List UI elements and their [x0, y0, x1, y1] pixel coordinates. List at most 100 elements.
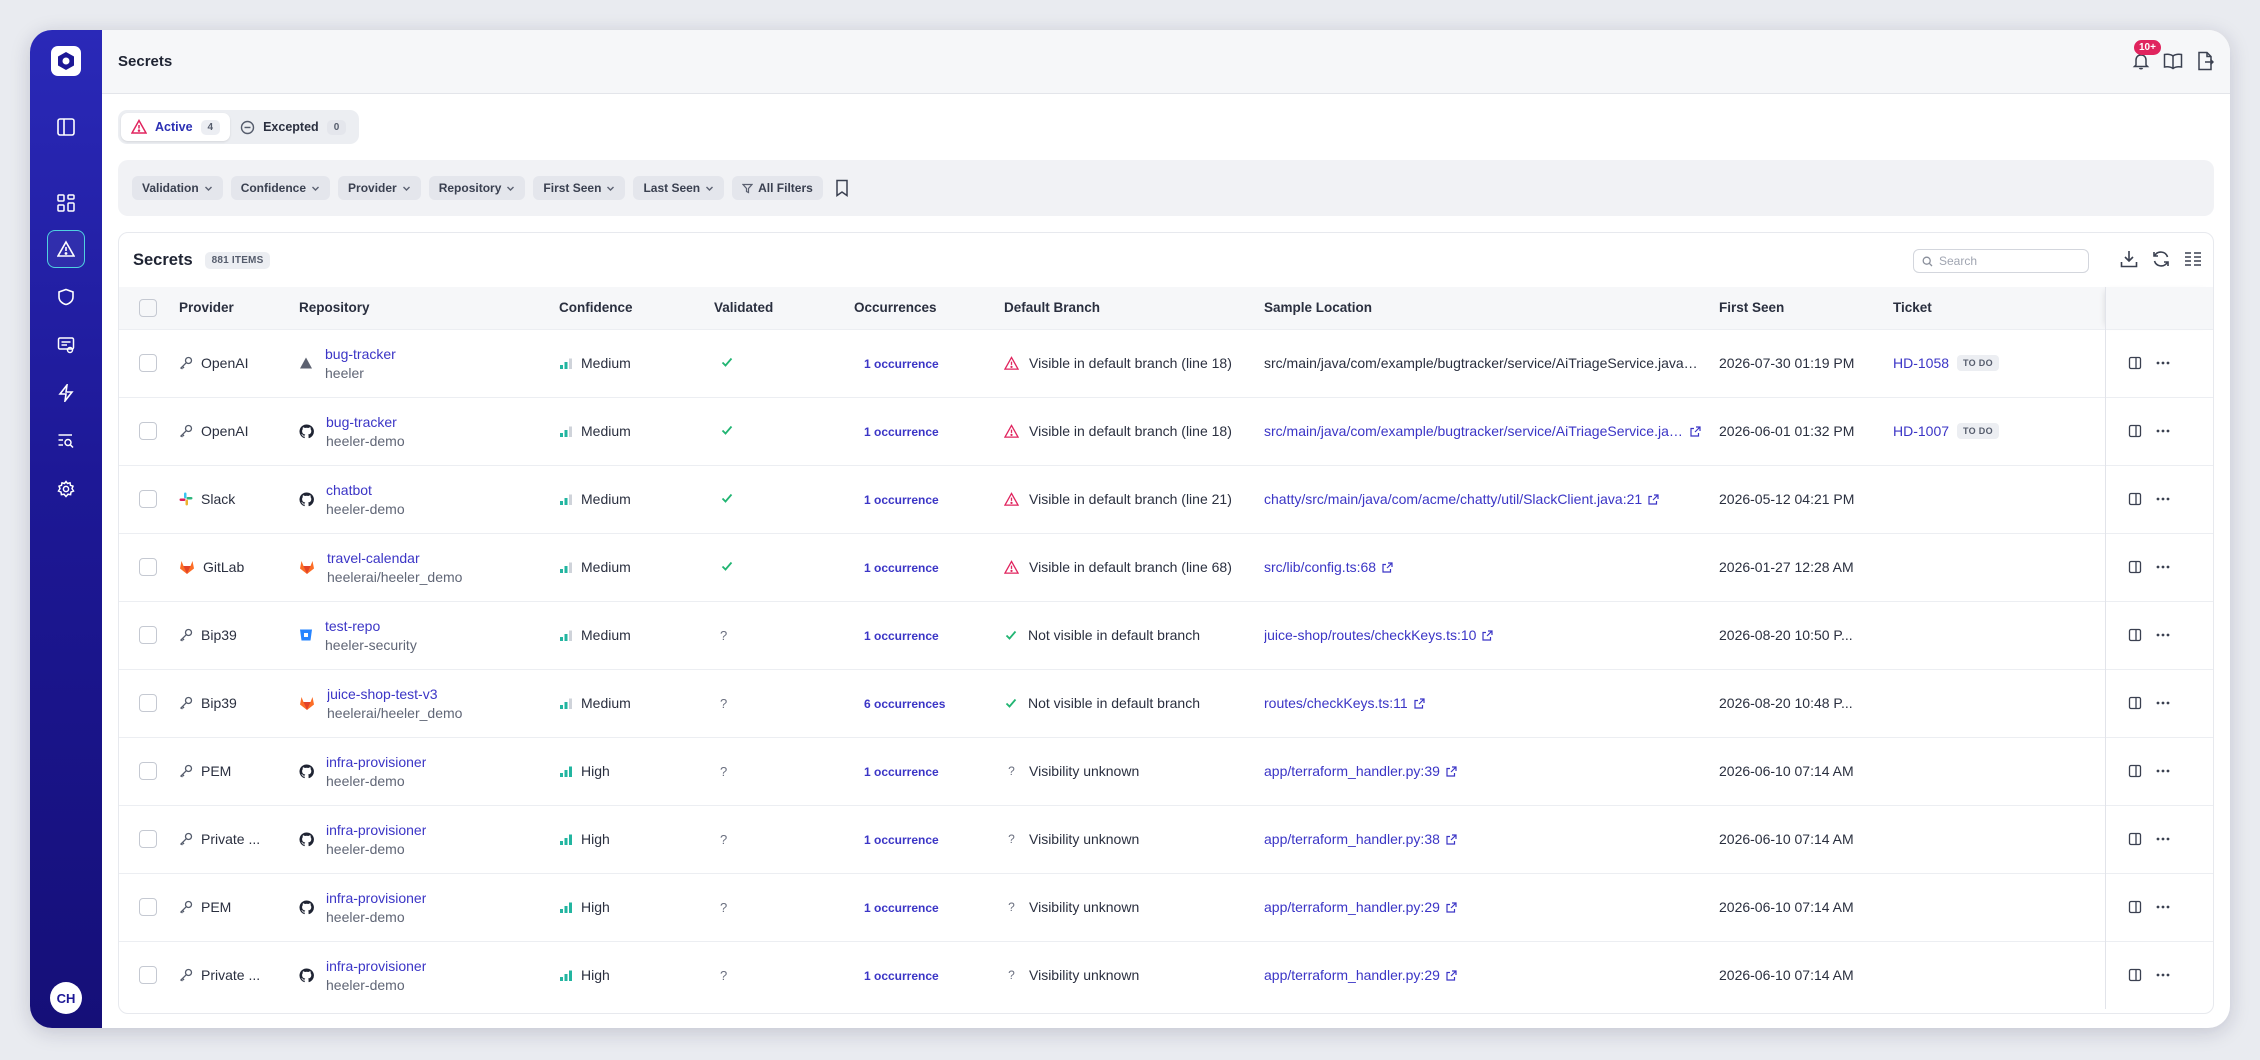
- segment-excepted[interactable]: Excepted 0: [230, 113, 356, 141]
- dashboard-icon[interactable]: [47, 184, 85, 222]
- sidebar-toggle-icon[interactable]: [47, 108, 85, 146]
- alert-triangle-icon[interactable]: [47, 230, 85, 268]
- download-icon[interactable]: [2119, 249, 2139, 273]
- occurrences-link[interactable]: 1 occurrence: [854, 969, 939, 983]
- filter-validation[interactable]: Validation: [132, 176, 223, 200]
- column-header[interactable]: Provider: [175, 287, 295, 329]
- column-header[interactable]: Ticket: [1889, 287, 2105, 329]
- column-header[interactable]: Occurrences: [850, 287, 1000, 329]
- occurrences-link[interactable]: 1 occurrence: [854, 357, 939, 371]
- table-row[interactable]: GitLab travel-calendar heelerai/heeler_dem…: [119, 533, 2213, 601]
- more-options-icon[interactable]: [2156, 361, 2170, 365]
- repository-link[interactable]: travel-calendar: [327, 550, 462, 566]
- repository-link[interactable]: infra-provisioner: [326, 958, 426, 974]
- row-checkbox[interactable]: [139, 354, 157, 373]
- repository-link[interactable]: test-repo: [325, 618, 417, 634]
- table-row[interactable]: Private ... infra-provisioner heeler-demo H…: [119, 805, 2213, 873]
- more-options-icon[interactable]: [2156, 973, 2170, 977]
- table-row[interactable]: Private ... infra-provisioner heeler-demo H…: [119, 941, 2213, 1009]
- ticket-link[interactable]: HD-1058: [1893, 355, 1949, 371]
- column-header[interactable]: Validated: [710, 287, 850, 329]
- sample-location[interactable]: app/terraform_handler.py:29: [1264, 899, 1440, 915]
- filter-provider[interactable]: Provider: [338, 176, 421, 200]
- table-row[interactable]: OpenAI bug-tracker heeler-demo Medium 1 occu…: [119, 397, 2213, 465]
- search-input[interactable]: Search: [1913, 249, 2089, 273]
- table-row[interactable]: PEM infra-provisioner heeler-demo High? 1 oc…: [119, 873, 2213, 941]
- occurrences-link[interactable]: 1 occurrence: [854, 493, 939, 507]
- occurrences-link[interactable]: 1 occurrence: [854, 561, 939, 575]
- occurrences-link[interactable]: 1 occurrence: [854, 765, 939, 779]
- more-options-icon[interactable]: [2156, 837, 2170, 841]
- external-link-icon[interactable]: [1648, 493, 1659, 505]
- table-row[interactable]: PEM infra-provisioner heeler-demo High? 1 oc…: [119, 737, 2213, 805]
- select-all-checkbox[interactable]: [139, 298, 157, 317]
- column-header[interactable]: Default Branch: [1000, 287, 1260, 329]
- repository-link[interactable]: bug-tracker: [325, 346, 396, 362]
- side-panel-icon[interactable]: [2128, 968, 2142, 982]
- external-link-icon[interactable]: [1690, 425, 1701, 437]
- sample-location[interactable]: chatty/src/main/java/com/acme/chatty/uti…: [1264, 491, 1642, 507]
- more-options-icon[interactable]: [2156, 633, 2170, 637]
- bookmark-icon[interactable]: [835, 179, 849, 197]
- side-panel-icon[interactable]: [2128, 356, 2142, 370]
- table-row[interactable]: OpenAI bug-tracker heeler Medium 1 occurrenc…: [119, 329, 2213, 397]
- sample-location[interactable]: src/lib/config.ts:68: [1264, 559, 1376, 575]
- dependency-icon[interactable]: [47, 326, 85, 364]
- search-list-icon[interactable]: [47, 422, 85, 460]
- external-link-icon[interactable]: [1446, 901, 1457, 913]
- external-link-icon[interactable]: [1414, 697, 1425, 709]
- external-link-icon[interactable]: [1382, 561, 1393, 573]
- repository-link[interactable]: infra-provisioner: [326, 822, 426, 838]
- repository-link[interactable]: infra-provisioner: [326, 890, 426, 906]
- column-header[interactable]: Sample Location: [1260, 287, 1715, 329]
- sample-location[interactable]: app/terraform_handler.py:38: [1264, 831, 1440, 847]
- occurrences-link[interactable]: 1 occurrence: [854, 901, 939, 915]
- more-options-icon[interactable]: [2156, 429, 2170, 433]
- book-icon[interactable]: [2162, 50, 2184, 72]
- table-row[interactable]: Bip39 test-repo heeler-security Medium? 1 oc…: [119, 601, 2213, 669]
- filter-first-seen[interactable]: First Seen: [533, 176, 626, 200]
- table-row[interactable]: Bip39 juice-shop-test-v3 heelerai/heeler_d…: [119, 669, 2213, 737]
- repository-link[interactable]: infra-provisioner: [326, 754, 426, 770]
- sample-location[interactable]: app/terraform_handler.py:29: [1264, 967, 1440, 983]
- bell-icon[interactable]: 10+: [2130, 40, 2161, 72]
- ticket-link[interactable]: HD-1007: [1893, 423, 1949, 439]
- row-checkbox[interactable]: [139, 422, 157, 441]
- settings-icon[interactable]: [47, 470, 85, 508]
- more-options-icon[interactable]: [2156, 769, 2170, 773]
- document-export-icon[interactable]: [2194, 50, 2216, 72]
- more-options-icon[interactable]: [2156, 701, 2170, 705]
- column-header[interactable]: Repository: [295, 287, 555, 329]
- row-checkbox[interactable]: [139, 558, 157, 577]
- more-options-icon[interactable]: [2156, 905, 2170, 909]
- row-checkbox[interactable]: [139, 966, 157, 985]
- external-link-icon[interactable]: [1446, 970, 1457, 981]
- repository-link[interactable]: juice-shop-test-v3: [327, 686, 462, 702]
- columns-icon[interactable]: [2183, 249, 2203, 273]
- logo[interactable]: [51, 46, 81, 76]
- more-options-icon[interactable]: [2156, 565, 2170, 569]
- all-filters-button[interactable]: All Filters: [732, 176, 823, 200]
- column-header[interactable]: Confidence: [555, 287, 710, 329]
- occurrences-link[interactable]: 1 occurrence: [854, 833, 939, 847]
- filter-repository[interactable]: Repository: [428, 176, 526, 200]
- row-checkbox[interactable]: [139, 626, 157, 645]
- sample-location[interactable]: routes/checkKeys.ts:11: [1264, 695, 1408, 711]
- row-checkbox[interactable]: [139, 490, 157, 509]
- segment-active[interactable]: Active 4: [121, 113, 231, 141]
- row-checkbox[interactable]: [139, 694, 157, 713]
- more-options-icon[interactable]: [2156, 497, 2170, 501]
- external-link-icon[interactable]: [1482, 629, 1494, 641]
- side-panel-icon[interactable]: [2128, 832, 2142, 846]
- occurrences-link[interactable]: 1 occurrence: [854, 425, 939, 439]
- side-panel-icon[interactable]: [2128, 628, 2142, 642]
- lightning-icon[interactable]: [47, 374, 85, 412]
- filter-last-seen[interactable]: Last Seen: [633, 176, 725, 200]
- row-checkbox[interactable]: [139, 762, 157, 781]
- sample-location[interactable]: src/main/java/com/example/bugtracker/ser…: [1264, 423, 1684, 439]
- repository-link[interactable]: bug-tracker: [326, 414, 405, 430]
- shield-icon[interactable]: [47, 278, 85, 316]
- refresh-icon[interactable]: [2151, 249, 2171, 273]
- side-panel-icon[interactable]: [2128, 560, 2142, 574]
- table-row[interactable]: Slack chatbot heeler-demo Medium 1 occurrenc…: [119, 465, 2213, 533]
